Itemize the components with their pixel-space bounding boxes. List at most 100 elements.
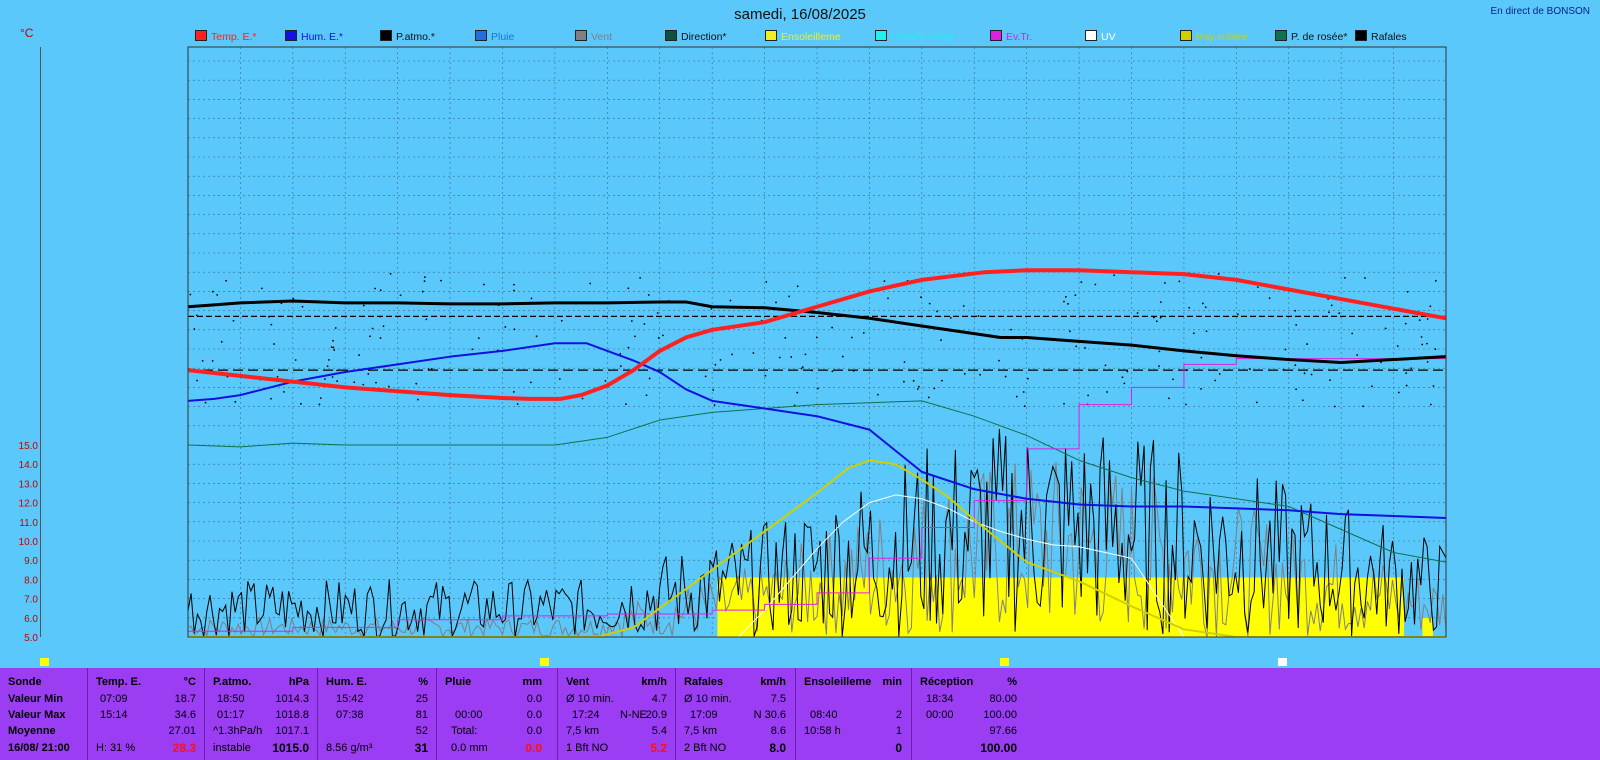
- direction-dot: [1405, 384, 1408, 387]
- gusts-column: Rafales km/h Ø 10 min. 7.5 17:09 N 30.6 …: [675, 668, 794, 760]
- direction-dot: [1080, 281, 1083, 284]
- y-tick-label: 6.0: [24, 614, 38, 625]
- direction-dot: [1217, 273, 1220, 275]
- direction-dot: [513, 289, 515, 292]
- sunshine-value-1: 2: [895, 709, 902, 721]
- direction-dot: [1063, 402, 1065, 405]
- y-tick-label: 13.0: [19, 479, 39, 490]
- direction-dot: [1184, 403, 1187, 406]
- direction-dot: [1075, 345, 1078, 348]
- timeline-marker[interactable]: [40, 658, 49, 666]
- direction-dot: [1426, 361, 1429, 363]
- direction-dot: [1214, 379, 1217, 382]
- sonde-column: Sonde Valeur Min Valeur Max Moyenne 16/0…: [0, 668, 85, 760]
- direction-dot: [1429, 305, 1432, 308]
- y-tick-label: 10.0: [19, 537, 39, 548]
- direction-dot: [362, 383, 365, 386]
- sunshine-time-1: 08:40: [810, 709, 838, 721]
- direction-dot: [375, 381, 377, 384]
- timeline-marker[interactable]: [1000, 658, 1009, 666]
- pressure-state: instable: [213, 742, 251, 754]
- wind-distance-value: 5.4: [651, 725, 667, 737]
- direction-dot: [877, 393, 879, 396]
- direction-dot: [1420, 336, 1423, 338]
- direction-dot: [1351, 332, 1354, 335]
- direction-dot: [195, 314, 198, 317]
- direction-dot: [424, 276, 426, 279]
- direction-dot: [1303, 372, 1306, 375]
- reception-column: Réception % 18:34 80.00 00:00 100.00 97.…: [911, 668, 1025, 760]
- wind-beaufort: 1 Bft NO: [566, 742, 609, 754]
- direction-dot: [765, 280, 768, 283]
- temp-column: Temp. E. °C 07:09 18.7 15:14 34.6 27.01 …: [87, 668, 204, 760]
- direction-dot: [268, 315, 270, 318]
- direction-dot: [1284, 348, 1287, 351]
- humidity-column: Hum. E. % 15:42 25 07:38 81 52 8.56 g/m³…: [317, 668, 436, 760]
- direction-dot: [504, 326, 507, 328]
- direction-dot: [801, 366, 804, 369]
- direction-dot: [1301, 399, 1304, 402]
- direction-dot: [328, 358, 330, 361]
- direction-dot: [625, 403, 627, 406]
- direction-dot: [656, 312, 659, 314]
- direction-dot: [1123, 382, 1126, 385]
- direction-dot: [883, 280, 886, 283]
- reception-max-time: 00:00: [926, 709, 954, 721]
- gusts-avg-label: Ø 10 min.: [684, 693, 732, 705]
- direction-dot: [903, 361, 906, 363]
- y-tick-label: 11.0: [19, 518, 38, 529]
- humidity-min: 25: [415, 693, 428, 705]
- wind-max-time: 17:24: [572, 709, 600, 721]
- timeline-marker[interactable]: [540, 658, 549, 666]
- direction-dot: [1074, 294, 1077, 297]
- direction-dot: [1282, 368, 1285, 371]
- direction-dot: [371, 327, 374, 330]
- humidity-min-time: 15:42: [336, 693, 364, 705]
- wind-header: Vent: [566, 676, 590, 688]
- gusts-distance: 7,5 km: [684, 725, 718, 737]
- direction-dot: [1255, 401, 1258, 404]
- direction-dot: [887, 297, 889, 300]
- pressure-unit: hPa: [288, 676, 309, 688]
- direction-dot: [714, 363, 717, 366]
- direction-dot: [512, 390, 515, 393]
- reception-max: 100.00: [983, 709, 1017, 721]
- direction-dot: [963, 372, 966, 375]
- wind-max-direction: N-NE: [620, 709, 647, 721]
- direction-dot: [811, 369, 813, 372]
- direction-dot: [430, 368, 433, 370]
- direction-dot: [1397, 391, 1400, 394]
- direction-dot: [367, 373, 370, 375]
- timeline-marker[interactable]: [1278, 658, 1287, 666]
- direction-dot: [581, 397, 584, 400]
- direction-dot: [619, 352, 622, 355]
- gusts-header: Rafales: [684, 676, 724, 688]
- direction-dot: [421, 290, 424, 293]
- direction-dot: [778, 356, 781, 359]
- gusts-max-time: 17:09: [690, 709, 718, 721]
- direction-dot: [196, 379, 198, 382]
- temp-humidity: H: 31 %: [96, 742, 136, 754]
- humidity-avg: 52: [415, 725, 428, 737]
- direction-dot: [775, 301, 777, 304]
- direction-dot: [752, 352, 755, 354]
- pressure-max-time: 01:17: [217, 709, 245, 721]
- direction-dot: [796, 285, 799, 288]
- direction-dot: [369, 335, 371, 338]
- direction-dot: [260, 287, 263, 290]
- direction-dot: [1126, 370, 1129, 373]
- temp-min: 18.7: [174, 693, 196, 705]
- direction-dot: [1188, 306, 1191, 309]
- direction-dot: [1113, 274, 1116, 277]
- humidity-max: 81: [415, 709, 428, 721]
- rain-min: 0.0: [526, 693, 542, 705]
- direction-dot: [949, 316, 952, 319]
- direction-dot: [326, 365, 329, 368]
- direction-dot: [379, 337, 382, 339]
- pressure-min: 1014.3: [275, 693, 309, 705]
- direction-dot: [513, 283, 515, 286]
- direction-dot: [729, 299, 732, 302]
- direction-dot: [1404, 322, 1407, 325]
- direction-dot: [1015, 395, 1018, 398]
- direction-dot: [379, 289, 382, 292]
